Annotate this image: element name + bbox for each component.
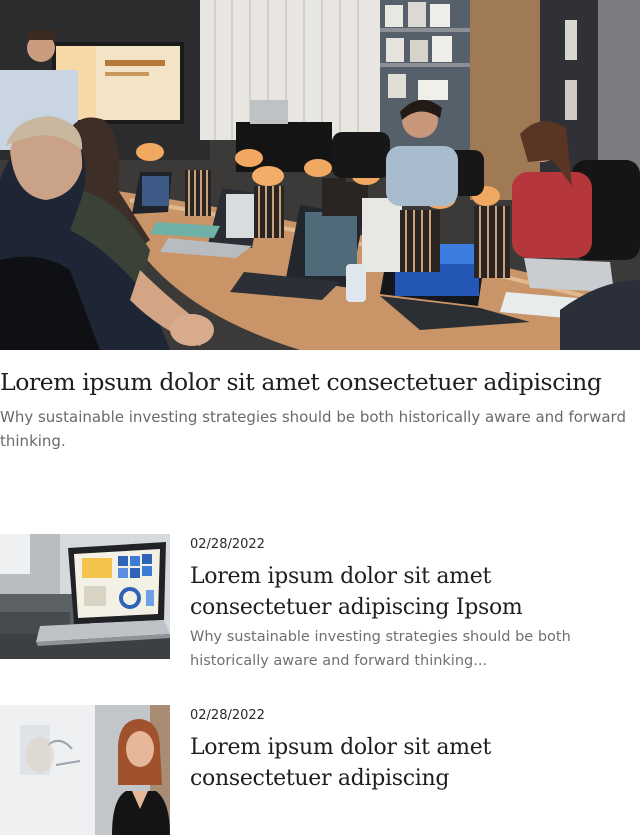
hero-title[interactable]: Lorem ipsum dolor sit amet consectetuer … xyxy=(0,366,640,398)
post-date: 02/28/2022 xyxy=(190,708,265,723)
hero-image[interactable] xyxy=(0,0,640,350)
post-list-item: 02/28/2022 Lorem ipsum dolor sit amet co… xyxy=(0,705,640,835)
post-title[interactable]: Lorem ipsum dolor sit amet consectetuer … xyxy=(190,561,630,623)
post-excerpt: Why sustainable investing strategies sho… xyxy=(190,629,571,669)
post-thumbnail[interactable] xyxy=(0,534,170,659)
post-date: 02/28/2022 xyxy=(190,537,265,552)
hero-excerpt: Why sustainable investing strategies sho… xyxy=(0,408,626,450)
post-title[interactable]: Lorem ipsum dolor sit amet consectetuer … xyxy=(190,732,630,794)
post-thumbnail[interactable] xyxy=(0,705,170,835)
post-list-item: 02/28/2022 Lorem ipsum dolor sit amet co… xyxy=(0,534,640,669)
